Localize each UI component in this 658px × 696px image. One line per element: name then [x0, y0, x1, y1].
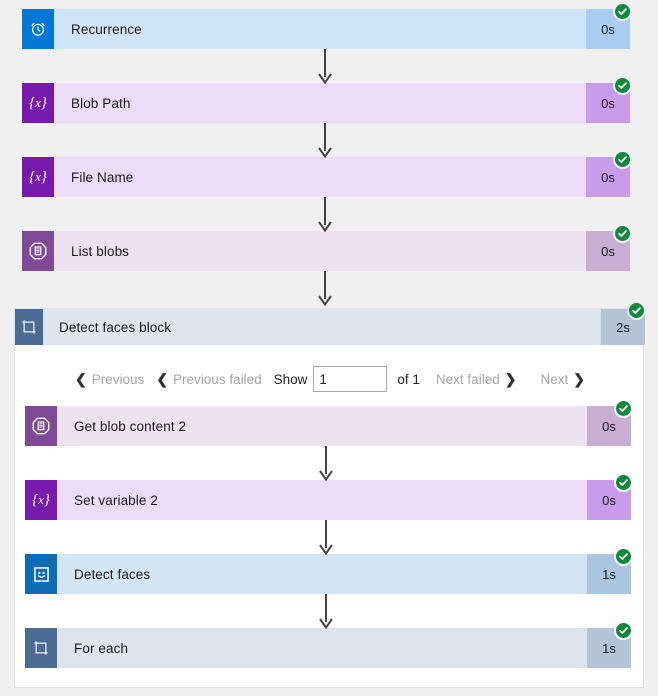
action-card-for-each[interactable]: For each 1s [25, 628, 631, 668]
previous-button[interactable]: ❮ Previous [69, 372, 150, 387]
chevron-right-icon: ❯ [505, 372, 517, 386]
status-badge-succeeded [613, 76, 632, 95]
status-badge-succeeded [613, 2, 632, 21]
show-label: Show [268, 372, 314, 387]
status-badge-succeeded [614, 547, 633, 566]
page-number-input[interactable] [313, 366, 387, 392]
status-badge-succeeded [613, 224, 632, 243]
blob-storage-icon [22, 231, 54, 271]
next-label: Next [540, 372, 568, 387]
action-title: Set variable 2 [57, 480, 587, 520]
chevron-left-icon: ❮ [156, 372, 168, 386]
scope-header-detect-faces-block[interactable]: Detect faces block 2s [15, 309, 645, 345]
next-failed-button[interactable]: Next failed ❯ [426, 372, 523, 387]
action-card-blob-path[interactable]: {x} Blob Path 0s [22, 83, 630, 123]
chevron-left-icon: ❮ [75, 372, 87, 386]
previous-label: Previous [92, 372, 145, 387]
status-badge-succeeded [614, 621, 633, 640]
action-card-set-variable-2[interactable]: {x} Set variable 2 0s [25, 480, 631, 520]
action-title: File Name [54, 157, 586, 197]
workflow-run-canvas: Recurrence 0s {x} Blob Path 0s {x} File … [0, 0, 658, 696]
action-title: Detect faces [57, 554, 587, 594]
action-card-get-blob-content-2[interactable]: Get blob content 2 0s [25, 406, 631, 446]
previous-failed-label: Previous failed [173, 372, 262, 387]
action-card-list-blobs[interactable]: List blobs 0s [22, 231, 630, 271]
chevron-right-icon: ❯ [573, 372, 585, 386]
status-badge-succeeded [614, 399, 633, 418]
action-card-recurrence[interactable]: Recurrence 0s [22, 9, 630, 49]
status-badge-succeeded [614, 473, 633, 492]
blob-storage-icon [25, 406, 57, 446]
action-title: Recurrence [54, 9, 586, 49]
status-badge-succeeded [627, 301, 646, 320]
action-title: Get blob content 2 [57, 406, 587, 446]
scope-pagination: ❮ Previous ❮ Previous failed Show of 1 N… [15, 357, 645, 401]
scope-container-detect-faces-block: Detect faces block 2s ❮ Previous ❮ Previ… [14, 308, 644, 688]
variable-icon: {x} [22, 83, 54, 123]
scope-title: Detect faces block [43, 309, 601, 345]
action-title: List blobs [54, 231, 586, 271]
action-title: Blob Path [54, 83, 586, 123]
next-failed-label: Next failed [436, 372, 500, 387]
action-card-detect-faces[interactable]: Detect faces 1s [25, 554, 631, 594]
of-label: of 1 [387, 372, 426, 387]
variable-icon: {x} [22, 157, 54, 197]
foreach-loop-icon [25, 628, 57, 668]
scope-block-icon [15, 309, 43, 345]
previous-failed-button[interactable]: ❮ Previous failed [150, 372, 267, 387]
alarm-clock-icon [22, 9, 54, 49]
next-button[interactable]: Next ❯ [522, 372, 591, 387]
face-smile-icon [25, 554, 57, 594]
variable-icon: {x} [25, 480, 57, 520]
status-badge-succeeded [613, 150, 632, 169]
action-title: For each [57, 628, 587, 668]
action-card-file-name[interactable]: {x} File Name 0s [22, 157, 630, 197]
